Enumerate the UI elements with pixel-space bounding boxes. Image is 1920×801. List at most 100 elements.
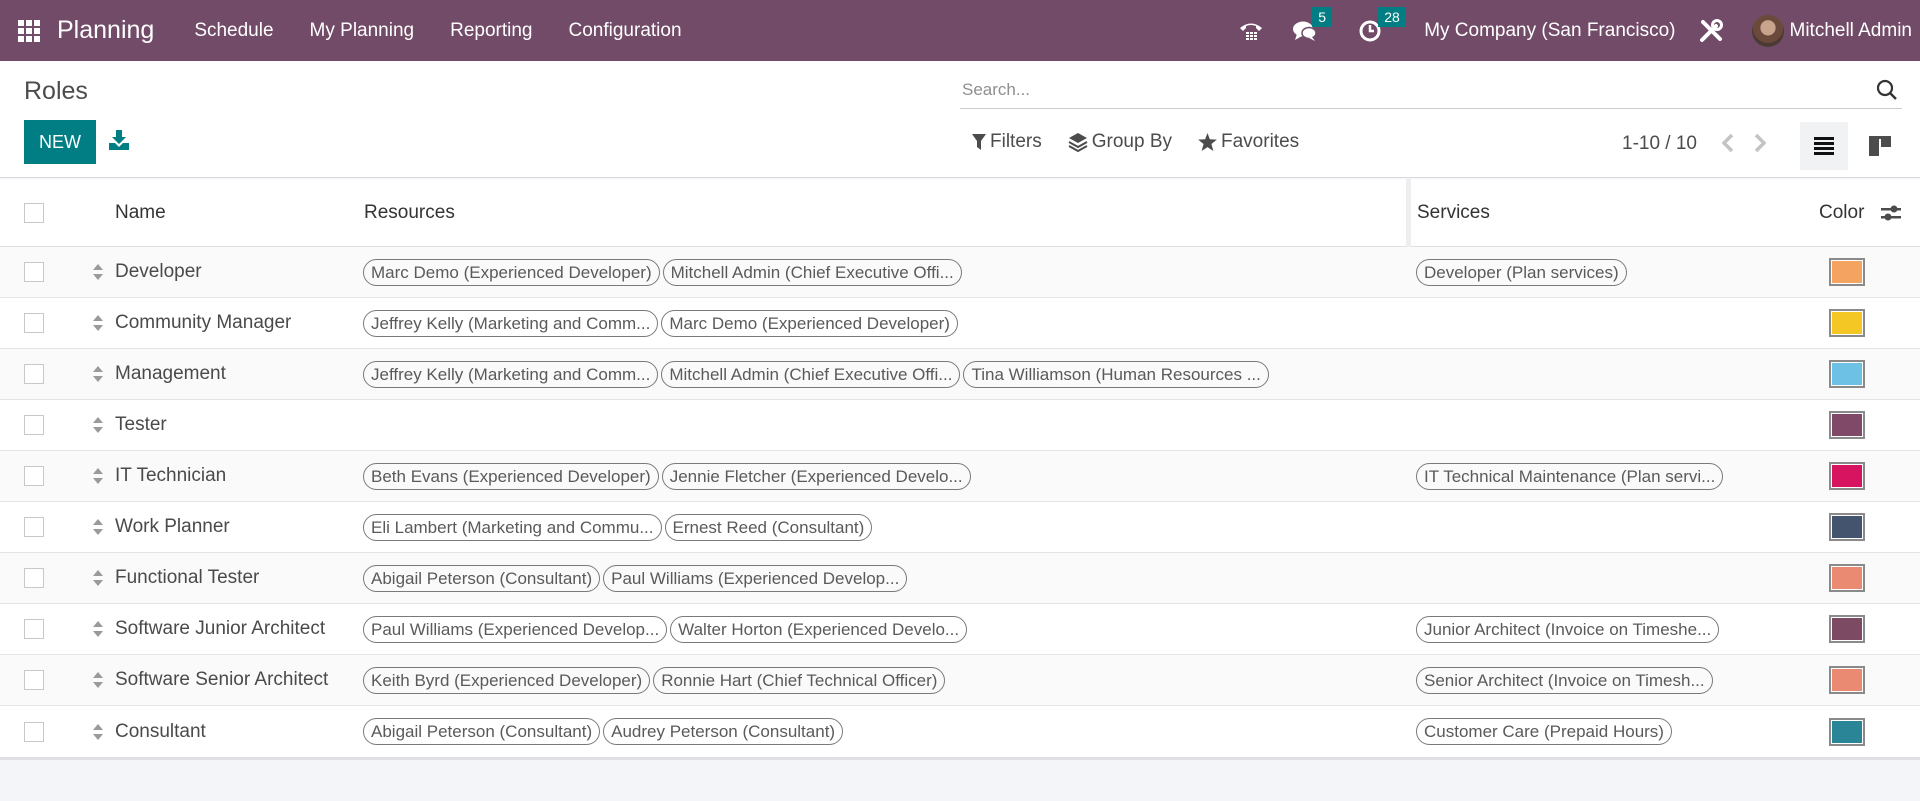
list-view-button[interactable] — [1800, 122, 1848, 170]
drag-handle-icon[interactable] — [92, 723, 104, 741]
optional-columns-icon[interactable] — [1880, 202, 1902, 224]
chevron-right-icon[interactable] — [1750, 131, 1770, 155]
resource-tag[interactable]: Jennie Fletcher (Experienced Develo... — [661, 462, 971, 490]
menu-reporting[interactable]: Reporting — [450, 20, 532, 42]
color-swatch[interactable] — [1829, 462, 1865, 490]
drag-handle-icon[interactable] — [92, 365, 104, 383]
chevron-left-icon[interactable] — [1718, 131, 1738, 155]
service-tag[interactable]: Developer (Plan services) — [1416, 258, 1627, 286]
service-tag[interactable]: Customer Care (Prepaid Hours) — [1416, 718, 1672, 745]
select-all-checkbox[interactable] — [24, 202, 44, 223]
tools-icon[interactable] — [1698, 18, 1724, 44]
service-tag[interactable]: Senior Architect (Invoice on Timesh... — [1416, 666, 1713, 694]
role-name[interactable]: Functional Tester — [115, 567, 259, 589]
role-name[interactable]: Software Junior Architect — [115, 618, 325, 640]
clock-icon[interactable]: 28 — [1358, 6, 1406, 43]
pager-value[interactable]: 1-10 / 10 — [1622, 133, 1697, 155]
row-checkbox[interactable] — [24, 721, 44, 742]
color-swatch[interactable] — [1829, 615, 1865, 643]
resource-tag[interactable]: Ronnie Hart (Chief Technical Officer) — [653, 666, 946, 694]
table-row[interactable]: Software Senior Architect Keith Byrd (Exp… — [0, 655, 1920, 706]
row-checkbox[interactable] — [24, 568, 44, 588]
column-header-name[interactable]: Name — [115, 202, 166, 224]
column-header-resources[interactable]: Resources — [364, 202, 455, 224]
app-name[interactable]: Planning — [57, 16, 154, 45]
search-input[interactable] — [960, 79, 1876, 100]
table-row[interactable]: Functional Tester Abigail Peterson (Consu… — [0, 553, 1920, 604]
table-row[interactable]: Tester — [0, 400, 1920, 451]
service-tag[interactable]: Junior Architect (Invoice on Timeshe... — [1416, 615, 1720, 643]
menu-schedule[interactable]: Schedule — [194, 20, 273, 42]
resource-tag[interactable]: Walter Horton (Experienced Develo... — [670, 615, 968, 643]
resource-tag[interactable]: Mitchell Admin (Chief Executive Offi... — [661, 360, 961, 388]
color-swatch[interactable] — [1829, 717, 1865, 746]
new-button[interactable]: NEW — [24, 120, 96, 164]
menu-my-planning[interactable]: My Planning — [310, 20, 415, 42]
row-checkbox[interactable] — [24, 262, 44, 282]
drag-handle-icon[interactable] — [92, 314, 104, 332]
table-row[interactable]: Developer Marc Demo (Experienced Develope… — [0, 247, 1920, 298]
resource-tag[interactable]: Keith Byrd (Experienced Developer) — [363, 666, 651, 694]
resource-tag[interactable]: Abigail Peterson (Consultant) — [363, 564, 601, 592]
drag-handle-icon[interactable] — [92, 263, 104, 281]
resource-tag[interactable]: Marc Demo (Experienced Developer) — [363, 258, 660, 286]
column-header-services[interactable]: Services — [1417, 202, 1490, 224]
role-name[interactable]: Community Manager — [115, 312, 291, 334]
resource-tag[interactable]: Audrey Peterson (Consultant) — [603, 718, 844, 745]
column-header-color[interactable]: Color — [1819, 202, 1864, 224]
color-swatch[interactable] — [1829, 411, 1865, 439]
drag-handle-icon[interactable] — [92, 416, 104, 434]
role-name[interactable]: Tester — [115, 414, 167, 436]
table-row[interactable]: Consultant Abigail Peterson (Consultant) A… — [0, 706, 1920, 757]
drag-handle-icon[interactable] — [92, 467, 104, 485]
table-row[interactable]: Software Junior Architect Paul Williams (… — [0, 604, 1920, 655]
resource-tag[interactable]: Paul Williams (Experienced Develop... — [363, 615, 668, 643]
color-swatch[interactable] — [1829, 360, 1865, 388]
favorites-button[interactable]: Favorites — [1198, 131, 1299, 153]
table-row[interactable]: Community Manager Jeffrey Kelly (Marketin… — [0, 298, 1920, 349]
role-name[interactable]: Management — [115, 363, 226, 385]
role-name[interactable]: Work Planner — [115, 516, 230, 538]
role-name[interactable]: Developer — [115, 261, 202, 283]
resource-tag[interactable]: Paul Williams (Experienced Develop... — [603, 564, 908, 592]
drag-handle-icon[interactable] — [92, 569, 104, 587]
apps-grid-icon[interactable] — [15, 17, 43, 45]
group-by-button[interactable]: Group By — [1068, 131, 1172, 153]
resource-tag[interactable]: Mitchell Admin (Chief Executive Offi... — [662, 258, 962, 286]
phone-icon[interactable] — [1238, 19, 1264, 43]
resource-tag[interactable]: Abigail Peterson (Consultant) — [363, 718, 601, 745]
row-checkbox[interactable] — [24, 670, 44, 690]
row-checkbox[interactable] — [24, 364, 44, 384]
role-name[interactable]: IT Technician — [115, 465, 226, 487]
role-name[interactable]: Software Senior Architect — [115, 669, 328, 691]
color-swatch[interactable] — [1829, 258, 1865, 286]
resource-tag[interactable]: Jeffrey Kelly (Marketing and Comm... — [363, 360, 659, 388]
color-swatch[interactable] — [1829, 666, 1865, 694]
resource-tag[interactable]: Beth Evans (Experienced Developer) — [363, 462, 659, 490]
resource-tag[interactable]: Eli Lambert (Marketing and Commu... — [363, 513, 662, 541]
search-icon[interactable] — [1876, 79, 1898, 101]
resource-tag[interactable]: Ernest Reed (Consultant) — [664, 513, 873, 541]
drag-handle-icon[interactable] — [92, 671, 104, 689]
service-tag[interactable]: IT Technical Maintenance (Plan servi... — [1416, 462, 1724, 490]
kanban-view-button[interactable] — [1856, 122, 1904, 170]
row-checkbox[interactable] — [24, 517, 44, 537]
column-resize-handle[interactable] — [1406, 179, 1411, 247]
table-row[interactable]: IT Technician Beth Evans (Experienced Dev… — [0, 451, 1920, 502]
drag-handle-icon[interactable] — [92, 620, 104, 638]
menu-configuration[interactable]: Configuration — [569, 20, 682, 42]
chat-icon[interactable]: 5 — [1292, 6, 1332, 43]
row-checkbox[interactable] — [24, 466, 44, 486]
resource-tag[interactable]: Jeffrey Kelly (Marketing and Comm... — [363, 309, 659, 337]
row-checkbox[interactable] — [24, 313, 44, 333]
role-name[interactable]: Consultant — [115, 721, 206, 743]
user-menu[interactable]: Mitchell Admin — [1751, 14, 1912, 47]
row-checkbox[interactable] — [24, 415, 44, 435]
download-icon[interactable] — [108, 129, 132, 153]
table-row[interactable]: Management Jeffrey Kelly (Marketing and C… — [0, 349, 1920, 400]
resource-tag[interactable]: Marc Demo (Experienced Developer) — [661, 309, 958, 337]
drag-handle-icon[interactable] — [92, 518, 104, 536]
filters-button[interactable]: Filters — [972, 131, 1042, 153]
color-swatch[interactable] — [1829, 309, 1865, 337]
color-swatch[interactable] — [1829, 564, 1865, 592]
